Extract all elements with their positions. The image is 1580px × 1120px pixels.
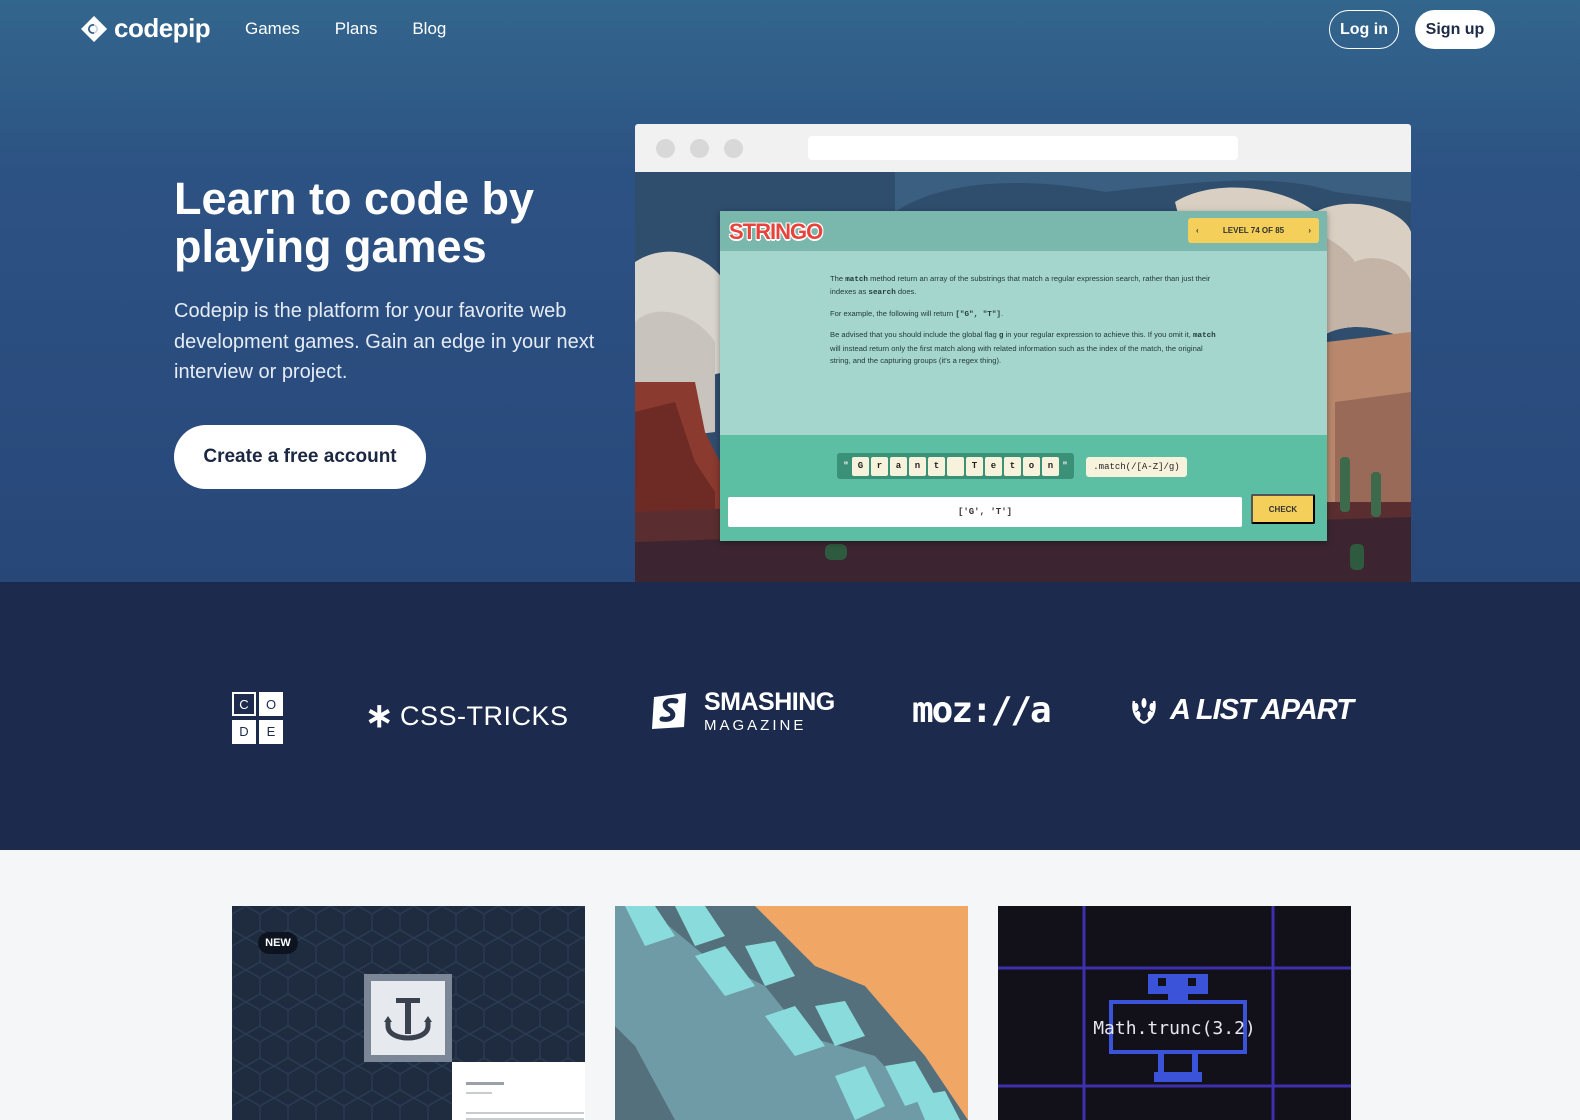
instructions: The match method return an array of the …	[830, 273, 1220, 375]
game-title: STRINGO	[729, 219, 823, 244]
char-tile: o	[1023, 456, 1040, 476]
code-org-letter: D	[232, 719, 256, 744]
nav-link-games[interactable]: Games	[245, 19, 300, 39]
quote-char: "	[1062, 461, 1068, 471]
browser-toolbar	[635, 124, 1411, 172]
char-tile: a	[890, 456, 907, 476]
char-tile: n	[909, 456, 926, 476]
window-dot-icon	[724, 139, 743, 158]
char-tile: T	[966, 456, 983, 476]
document-preview	[452, 1062, 585, 1120]
char-tile: n	[1042, 456, 1059, 476]
code-org-letter: C	[232, 692, 256, 717]
nav-link-blog[interactable]: Blog	[412, 19, 446, 39]
code-org-letter: E	[259, 719, 283, 744]
magazine-wordmark: MAGAZINE	[704, 717, 807, 734]
signup-button[interactable]: Sign up	[1415, 10, 1495, 49]
document-lines	[466, 1082, 584, 1120]
nav-link-plans[interactable]: Plans	[335, 19, 378, 39]
brand-logo[interactable]: codepip	[80, 13, 211, 44]
hero-title: Learn to code by playing games	[174, 173, 535, 272]
level-label: LEVEL 74 OF 85	[1222, 226, 1285, 235]
waterfall-illustration	[615, 906, 968, 1120]
math-expression: Math.trunc(3.2)	[1093, 1018, 1256, 1039]
partner-logos: C O D E ∗ CSS-TRICKS SMASHING MAGAZINE m…	[0, 582, 1580, 850]
string-characters: " G r a n t T e t o n "	[837, 453, 1074, 479]
address-bar	[808, 136, 1238, 160]
anchor-icon	[384, 998, 432, 1041]
smashing-magazine-logo: SMASHING MAGAZINE	[648, 688, 835, 734]
instruction-paragraph: For example, the following will return […	[830, 308, 1004, 319]
new-badge: NEW	[258, 932, 298, 954]
char-tile: r	[871, 456, 888, 476]
level-selector[interactable]: ‹ LEVEL 74 OF 85 ›	[1188, 218, 1319, 243]
char-tile: t	[1004, 456, 1021, 476]
char-tile: t	[928, 456, 945, 476]
robot-grid-illustration	[998, 906, 1351, 1120]
browser-mockup: STRINGO ‹ LEVEL 74 OF 85 › The match met…	[635, 124, 1411, 582]
game-card-flexbox[interactable]	[615, 906, 968, 1120]
method-call: .match(/[A-Z]/g)	[1086, 457, 1187, 477]
window-dot-icon	[656, 139, 675, 158]
nav-links: Games Plans Blog	[245, 19, 446, 39]
brand-name: codepip	[114, 13, 211, 43]
css-tricks-logo: ∗ CSS-TRICKS	[365, 696, 569, 736]
quote-char: "	[843, 461, 849, 471]
code-org-logo: C O D E	[232, 692, 284, 744]
char-tile	[947, 456, 964, 476]
char-tile: e	[985, 456, 1002, 476]
instruction-paragraph: Be advised that you should include the g…	[830, 330, 1216, 366]
a-list-apart-logo: A LIST APART	[1128, 694, 1354, 727]
create-account-button[interactable]: Create a free account	[174, 425, 426, 489]
chevron-right-icon[interactable]: ›	[1308, 226, 1311, 235]
code-org-letter: O	[259, 692, 283, 717]
game-card-robot[interactable]: Math.trunc(3.2)	[998, 906, 1351, 1120]
laurel-icon	[1132, 697, 1156, 724]
desert-scene: STRINGO ‹ LEVEL 74 OF 85 › The match met…	[635, 172, 1411, 582]
hero-subtitle: Codepip is the platform for your favorit…	[174, 300, 595, 383]
hero-section: codepip Games Plans Blog Log in Sign up …	[0, 0, 1580, 582]
check-button[interactable]: CHECK	[1251, 494, 1315, 524]
css-tricks-wordmark: CSS-TRICKS	[400, 700, 569, 731]
login-button[interactable]: Log in	[1329, 10, 1399, 49]
answer-input[interactable]: ['G', 'T']	[728, 497, 1242, 527]
game-card-anchor[interactable]: NEW	[232, 906, 585, 1120]
mozilla-logo: moz://a	[912, 690, 1052, 731]
top-nav: codepip Games Plans Blog Log in Sign up	[0, 0, 1580, 60]
asterisk-icon: ∗	[365, 697, 394, 735]
smashing-wordmark: SMASHING	[704, 688, 835, 716]
window-dot-icon	[690, 139, 709, 158]
instruction-paragraph: The match method return an array of the …	[830, 274, 1211, 298]
char-tile: G	[852, 456, 869, 476]
anchor-tile	[364, 974, 452, 1062]
a-list-apart-wordmark: A LIST APART	[1170, 694, 1354, 726]
smashing-cat-icon	[652, 693, 686, 729]
codepip-logo-icon	[81, 15, 107, 42]
game-workspace: " G r a n t T e t o n " .match(/[A-Z]/g)…	[720, 435, 1327, 541]
chevron-left-icon[interactable]: ‹	[1196, 226, 1199, 235]
game-header: STRINGO ‹ LEVEL 74 OF 85 ›	[720, 211, 1327, 251]
stringo-game-window: STRINGO ‹ LEVEL 74 OF 85 › The match met…	[720, 211, 1327, 541]
